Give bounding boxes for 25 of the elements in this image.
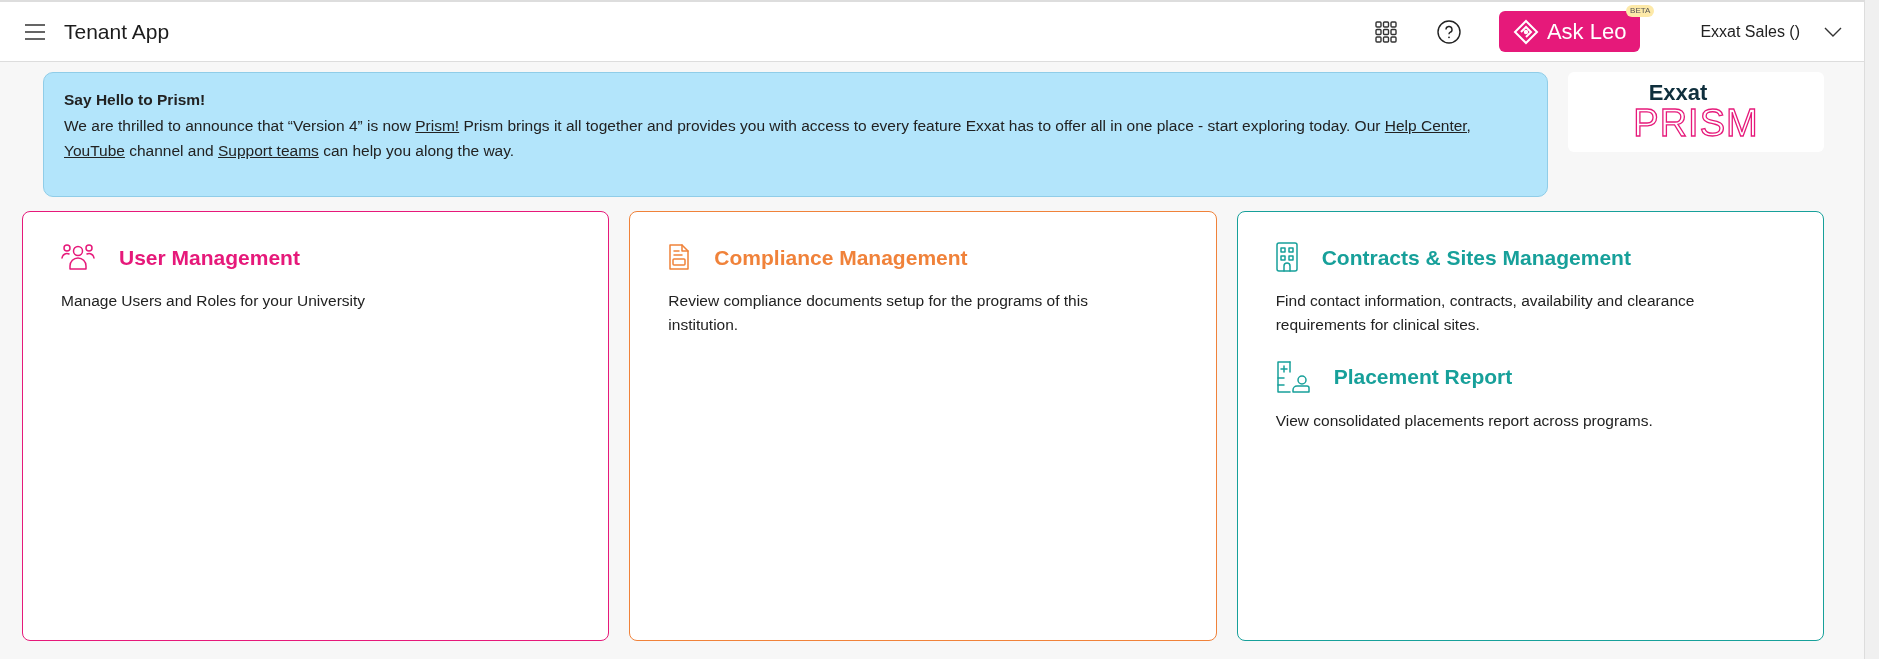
inline-link[interactable]: Prism!: [415, 116, 460, 134]
inline-link[interactable]: Help Center,: [1384, 116, 1471, 134]
brand-name: Exxat: [1648, 82, 1708, 104]
user-name[interactable]: Exxat Sales (): [1700, 19, 1800, 44]
document-icon: [668, 243, 691, 272]
module-description: Find contact information, contracts, availability and clearance requirements for clinical sites.: [1275, 291, 1696, 336]
clipboard-person-icon: [1275, 361, 1310, 394]
people-icon: [61, 243, 95, 272]
banner-title: Say Hello to Prism!: [64, 90, 207, 110]
building-icon: [1275, 242, 1298, 273]
scrollbar[interactable]: [1864, 0, 1879, 659]
inline-link[interactable]: YouTube: [64, 142, 125, 160]
product-logo: PRISM: [1633, 104, 1759, 142]
beta-badge: BETA: [1626, 5, 1655, 17]
inline-link[interactable]: Support teams: [218, 142, 319, 160]
module-description: View consolidated placements report across programs.: [1275, 411, 1654, 432]
module-description: Manage Users and Roles for your University: [61, 291, 367, 312]
banner-message: We are thrilled to announce that “Version 4” is now Prism! Prism brings it all together and provides you with access to every feature Exxat has to offer all in one place - start exploring today. Our Help Center, YouTube channel and Support teams can help you along the way.: [64, 115, 1472, 162]
help-icon[interactable]: [1434, 17, 1463, 46]
module-title-link[interactable]: User Management: [119, 241, 300, 274]
app-title: Tenant App: [64, 18, 170, 45]
leo-logo-icon: [1512, 18, 1539, 45]
apps-grid-icon[interactable]: [1372, 18, 1399, 45]
module-description: Review compliance documents setup for the programs of this institution.: [668, 291, 1089, 336]
chevron-down-icon[interactable]: [1824, 26, 1842, 37]
